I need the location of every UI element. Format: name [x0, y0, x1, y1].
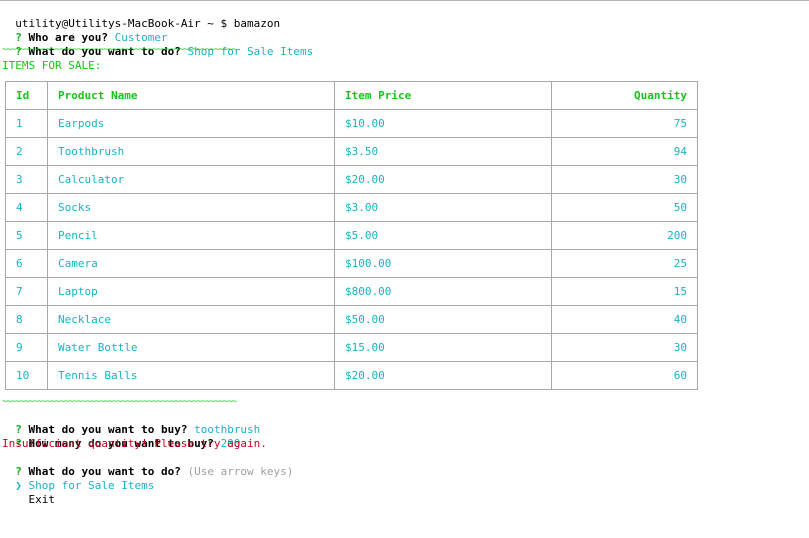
cell-id: 1	[5, 109, 48, 138]
cell-product-name: Camera	[47, 249, 335, 278]
cell-quantity: 94	[551, 137, 698, 166]
cell-quantity: 200	[551, 221, 698, 250]
table-row: 8 Necklace $50.00 40	[5, 305, 698, 334]
cell-product-name: Water Bottle	[47, 333, 335, 362]
cell-quantity: 50	[551, 193, 698, 222]
prompt-how-many: ? How many do you want to buy? 200	[2, 423, 240, 450]
cell-item-price: $20.00	[334, 361, 552, 390]
cell-quantity: 15	[551, 277, 698, 306]
shell-command: bamazon	[233, 17, 281, 30]
cell-id: 7	[5, 277, 48, 306]
table-row: 3 Calculator $20.00 30	[5, 165, 698, 194]
cell-product-name: Tennis Balls	[47, 361, 335, 390]
table-header-row: Id Product Name Item Price Quantity	[5, 81, 698, 110]
table-row: 1 Earpods $10.00 75	[5, 109, 698, 138]
separator-bottom: ~~~~~~~~~~~~~~~~~~~~~~~~~~~~~~~~~~~~~~~~…	[2, 397, 237, 407]
table-row: 10 Tennis Balls $20.00 60	[5, 361, 698, 390]
header-id: Id	[5, 81, 48, 110]
table-row: 2 Toothbrush $3.50 94	[5, 137, 698, 166]
cell-item-price: $3.50	[334, 137, 552, 166]
cell-item-price: $20.00	[334, 165, 552, 194]
cell-quantity: 30	[551, 333, 698, 362]
header-product-name: Product Name	[47, 81, 335, 110]
cell-product-name: Toothbrush	[47, 137, 335, 166]
cell-id: 8	[5, 305, 48, 334]
cell-product-name: Laptop	[47, 277, 335, 306]
command-line: utility@Utilitys-MacBook-Air ~ $ bamazon	[2, 3, 280, 30]
cell-item-price: $10.00	[334, 109, 552, 138]
header-item-price: Item Price	[334, 81, 552, 110]
menu-option-exit[interactable]: Exit	[2, 479, 56, 506]
cell-id: 4	[5, 193, 48, 222]
cell-id: 6	[5, 249, 48, 278]
items-table: Id Product Name Item Price Quantity 1 Ear…	[5, 81, 698, 390]
cell-id: 5	[5, 221, 48, 250]
cell-item-price: $100.00	[334, 249, 552, 278]
cell-quantity: 60	[551, 361, 698, 390]
prompt-hint: (Use arrow keys)	[187, 465, 294, 478]
cell-product-name: Necklace	[47, 305, 335, 334]
table-row: 4 Socks $3.00 50	[5, 193, 698, 222]
cell-quantity: 75	[551, 109, 698, 138]
menu-option-label: Exit	[28, 493, 56, 506]
cell-quantity: 40	[551, 305, 698, 334]
cell-product-name: Socks	[47, 193, 335, 222]
cell-id: 3	[5, 165, 48, 194]
prompt-who-are-you: ? Who are you? Customer	[2, 17, 167, 44]
cell-product-name: Earpods	[47, 109, 335, 138]
cell-item-price: $3.00	[334, 193, 552, 222]
prompt-what-to-buy: ? What do you want to buy? toothbrush	[2, 409, 260, 436]
cell-id: 10	[5, 361, 48, 390]
table-row: 9 Water Bottle $15.00 30	[5, 333, 698, 362]
table-row: 6 Camera $100.00 25	[5, 249, 698, 278]
header-quantity: Quantity	[551, 81, 698, 110]
cell-id: 2	[5, 137, 48, 166]
table-row: 5 Pencil $5.00 200	[5, 221, 698, 250]
cell-item-price: $800.00	[334, 277, 552, 306]
cell-product-name: Calculator	[47, 165, 335, 194]
cell-quantity: 30	[551, 165, 698, 194]
cell-product-name: Pencil	[47, 221, 335, 250]
cell-item-price: $5.00	[334, 221, 552, 250]
prompt-final: ? What do you want to do? (Use arrow key…	[2, 451, 293, 478]
separator-top: ~~~~~~~~~~~~~~~~~~~~~~~~~~~~~~~~~~~~~~~~…	[2, 45, 237, 55]
table-row: 7 Laptop $800.00 15	[5, 277, 698, 306]
menu-option-shop[interactable]: ❯ Shop for Sale Items	[2, 465, 154, 492]
error-message: Insufficient quantity! Please try again.	[2, 437, 267, 450]
cell-quantity: 25	[551, 249, 698, 278]
cell-id: 9	[5, 333, 48, 362]
cell-item-price: $15.00	[334, 333, 552, 362]
cell-item-price: $50.00	[334, 305, 552, 334]
items-heading: ITEMS FOR SALE:	[2, 59, 102, 72]
